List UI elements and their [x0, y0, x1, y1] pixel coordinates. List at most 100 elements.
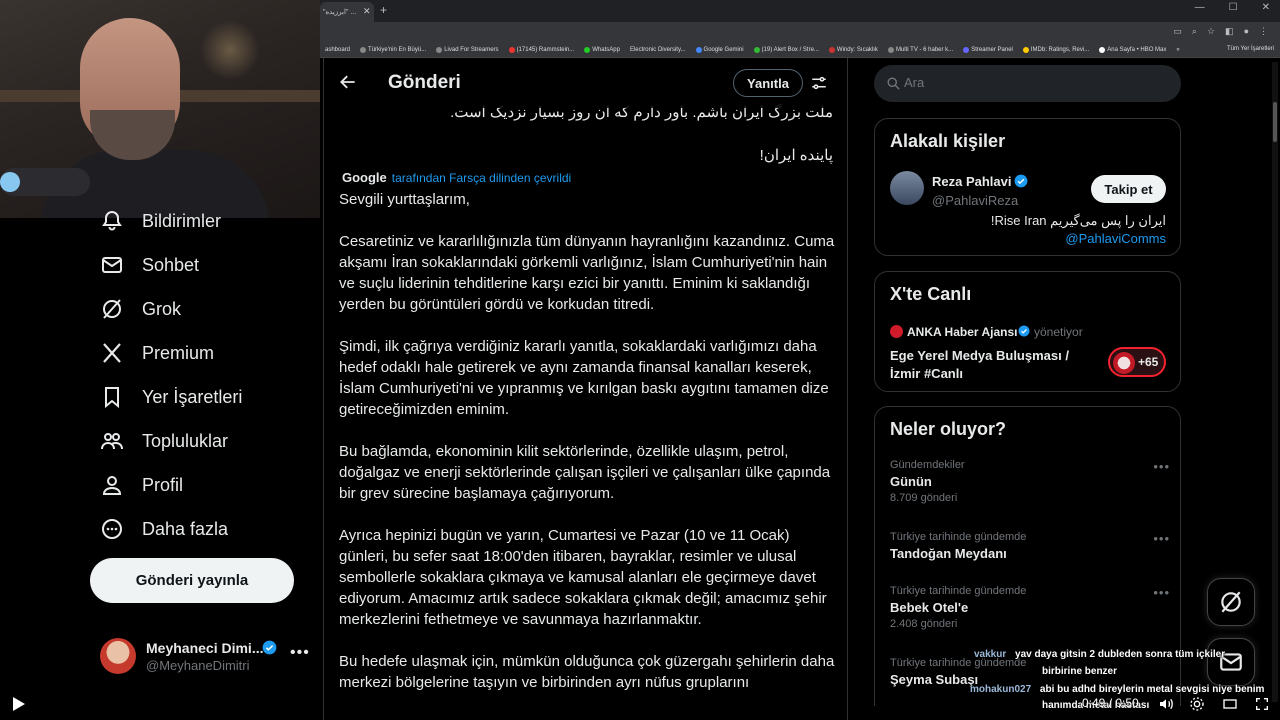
bell-icon	[102, 210, 122, 231]
extensions-icon[interactable]: ◧	[1225, 26, 1234, 37]
bookmark-favicon-icon	[508, 46, 515, 53]
volume-icon[interactable]	[1158, 696, 1174, 712]
scrollbar[interactable]	[1272, 62, 1278, 702]
bookmark[interactable]: Electronic Diversity...	[625, 47, 691, 53]
post-paragraph: Bu hedefe ulaşmak için, mümkün olduğunca…	[339, 653, 835, 691]
follow-button[interactable]: Takip et	[1091, 175, 1166, 203]
listener-avatar	[1113, 352, 1135, 374]
video-controls: 0:49 / 0:50	[0, 688, 1280, 720]
nav-item-communities[interactable]: Topluluklar	[100, 421, 228, 461]
bookmark-favicon-icon	[695, 46, 702, 53]
host-avatar	[890, 325, 903, 338]
tab-close-icon[interactable]: ✕	[363, 6, 371, 17]
settings-gear-icon[interactable]	[1189, 696, 1205, 712]
nav-item-label: Grok	[142, 298, 182, 319]
address-bar[interactable]: ▭ ⌕ ☆ ◧ ● ⋮	[320, 22, 1280, 42]
nav-item-bookmarks[interactable]: Yer İşaretleri	[100, 377, 242, 417]
bookmark[interactable]: Windy: Sıcaklık	[824, 46, 883, 53]
reply-button[interactable]: Yanıtla	[733, 69, 803, 97]
trend-item[interactable]: Gündemdekiler Günün 8.709 gönderi •••	[890, 459, 1170, 504]
browser-tab[interactable]: "ابرزیده" ... ✕	[320, 2, 374, 22]
trend-item[interactable]: Türkiye tarihinde gündemde Tandoğan Meyd…	[890, 531, 1170, 561]
trend-more-icon[interactable]: •••	[1153, 531, 1170, 546]
x-logo-icon	[103, 343, 121, 363]
trend-more-icon[interactable]: •••	[1153, 585, 1170, 600]
bookmarks-overflow[interactable]: »	[1171, 47, 1184, 53]
star-icon[interactable]: ☆	[1207, 26, 1215, 37]
translation-attribution[interactable]: Google tarafından Farsça dilinden çevril…	[342, 170, 571, 185]
bookmark[interactable]: IMDb: Ratings, Revi...	[1018, 46, 1094, 53]
nav-item-label: Profil	[142, 474, 184, 495]
nav-item-premium[interactable]: Premium	[100, 333, 214, 373]
bookmark[interactable]: Ana Sayfa • HBO Max	[1094, 46, 1171, 53]
chat-message: birbirine benzer	[1042, 665, 1117, 678]
post-header: Gönderi Yanıtla	[324, 58, 847, 108]
bookmark[interactable]: ashboard	[320, 47, 355, 53]
nav-item-notifications[interactable]: Bildirimler	[100, 201, 221, 241]
trend-name: Tandoğan Meydanı	[890, 546, 1007, 561]
window-close-icon[interactable]: ✕	[1262, 2, 1270, 13]
nav-item-profile[interactable]: Profil	[100, 465, 183, 505]
bookmarks-bar: ashboard Türkiye'nin En Büyü... Livad Fo…	[320, 42, 1280, 58]
grok-floating-button[interactable]	[1207, 578, 1255, 626]
user-name[interactable]: Reza Pahlavi	[932, 174, 1012, 189]
nav-item-label: Yer İşaretleri	[142, 386, 243, 407]
nav-item-grok[interactable]: Grok	[100, 289, 181, 329]
bookmark[interactable]: WhatsApp	[579, 46, 625, 53]
profile-icon[interactable]: ●	[1244, 26, 1249, 37]
play-icon[interactable]	[12, 696, 26, 712]
bookmark-favicon-icon	[753, 46, 760, 53]
space-title[interactable]: Ege Yerel Medya Buluşması / İzmir #Canlı	[890, 347, 1090, 383]
back-arrow-icon[interactable]	[338, 72, 358, 92]
webcam-mic-light	[0, 172, 20, 192]
bookmark[interactable]: Livad For Streamers	[431, 46, 503, 53]
all-bookmarks[interactable]: Tüm Yer İşaretleri	[1227, 46, 1274, 52]
search-input[interactable]: Ara	[874, 65, 1181, 102]
post-button[interactable]: Gönderi yayınla	[90, 558, 294, 603]
nav-item-label: Sohbet	[142, 254, 200, 275]
minimize-icon[interactable]: —	[1195, 2, 1205, 13]
chat-text: yav daya gitsin 2 dubleden sonra tüm içk…	[1015, 649, 1226, 660]
bookmark[interactable]: (17145) Rammstein...	[504, 46, 580, 53]
listeners-badge[interactable]: +65	[1108, 347, 1166, 377]
trend-item[interactable]: Türkiye tarihinde gündemde Bebek Otel'e …	[890, 585, 1170, 630]
host-name[interactable]: ANKA Haber Ajansı	[907, 325, 1017, 339]
nav-item-more[interactable]: Daha fazla	[100, 509, 228, 549]
bookmark[interactable]: Streamer Panel	[958, 46, 1018, 53]
grok-icon	[103, 299, 121, 319]
bookmark[interactable]: Google Gemini	[691, 46, 749, 53]
new-tab-icon[interactable]: +	[380, 3, 387, 17]
bookmark[interactable]: Türkiye'nin En Büyü...	[355, 46, 431, 53]
nav-item-chat[interactable]: Sohbet	[100, 245, 199, 285]
post-paragraph: Şimdi, ilk çağrıya verdiğiniz kararlı ya…	[339, 338, 829, 418]
chat-message: vakkur yav daya gitsin 2 dubleden sonra …	[974, 648, 1225, 661]
cast-icon[interactable]: ▭	[1173, 26, 1182, 37]
trend-more-icon[interactable]: •••	[1153, 459, 1170, 474]
trend-name: Bebek Otel'e	[890, 600, 969, 615]
zoom-icon[interactable]: ⌕	[1192, 26, 1197, 37]
original-text-line: پاینده ایران!	[759, 147, 833, 164]
verified-badge-icon	[1014, 174, 1028, 188]
verified-badge-icon	[262, 640, 277, 655]
theater-mode-icon[interactable]	[1222, 696, 1238, 712]
bookmark[interactable]: (19) Alert Box / Stre...	[749, 46, 824, 53]
post-paragraph: Cesaretiniz ve kararlılığınızla tüm düny…	[339, 233, 835, 313]
filter-settings-icon[interactable]	[810, 74, 828, 92]
verified-badge-icon	[1018, 325, 1030, 337]
avatar[interactable]	[890, 171, 924, 205]
mail-icon	[102, 257, 122, 273]
webcam-lamp	[200, 20, 260, 80]
bookmark[interactable]: Multi TV - 6 haber k...	[883, 46, 958, 53]
account-switcher[interactable]: Meyhaneci Dimi... @MeyhaneDimitri •••	[100, 636, 315, 680]
messages-floating-button[interactable]	[1207, 638, 1255, 686]
maximize-icon[interactable]: ☐	[1229, 2, 1238, 13]
webcam-overlay	[0, 0, 320, 218]
card-title: Neler oluyor?	[890, 419, 1007, 439]
scrollbar-thumb[interactable]	[1273, 102, 1277, 142]
fullscreen-icon[interactable]	[1254, 696, 1270, 712]
browser-tabstrip: "ابرزیده" ... ✕ + — ☐ ✕	[320, 0, 1280, 22]
post-paragraph: Sevgili yurttaşlarım,	[339, 191, 470, 208]
bio-link[interactable]: @PahlaviComms	[1065, 231, 1166, 246]
menu-icon[interactable]: ⋮	[1259, 26, 1268, 37]
account-more-icon[interactable]: •••	[290, 644, 310, 662]
